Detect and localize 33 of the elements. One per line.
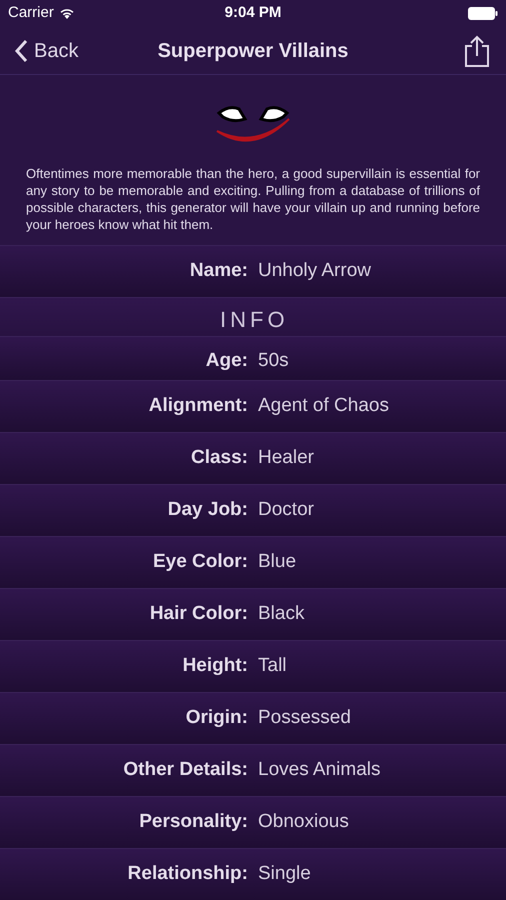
attribute-value: Agent of Chaos bbox=[257, 394, 390, 418]
nav-title: Superpower Villains bbox=[158, 38, 348, 64]
attribute-value: Single bbox=[257, 862, 312, 886]
attribute-value: Obnoxious bbox=[257, 810, 350, 834]
back-button[interactable]: Back bbox=[14, 36, 78, 66]
chevron-left-icon bbox=[14, 38, 28, 62]
attribute-value: Black bbox=[257, 602, 306, 626]
attribute-label: Relationship: bbox=[126, 862, 248, 886]
attribute-value: Unholy Arrow bbox=[257, 259, 372, 284]
attribute-label: Age: bbox=[204, 349, 248, 374]
description-text: Oftentimes more memorable than the hero, a good supervillain is essential for any story to be memorable and exciting. Pulling from a database of trillions of possible characters, this generator will have your villain up and running before your heroes know what hit them. bbox=[25, 165, 481, 234]
attribute-value: Tall bbox=[257, 654, 288, 678]
attribute-value: 50s bbox=[257, 349, 290, 374]
attribute-value: Loves Animals bbox=[257, 758, 382, 782]
attribute-label: Personality: bbox=[138, 810, 248, 834]
wifi-icon bbox=[58, 7, 75, 20]
status-time: 9:04 PM bbox=[224, 3, 282, 24]
attribute-label: Name: bbox=[188, 259, 248, 284]
section-title: INFO bbox=[220, 306, 290, 334]
attribute-value: Doctor bbox=[257, 498, 315, 522]
attribute-value: Blue bbox=[257, 550, 298, 574]
attribute-label: Eye Color: bbox=[152, 550, 248, 574]
attribute-label: Origin: bbox=[184, 706, 248, 730]
attribute-value: Healer bbox=[257, 446, 315, 470]
attribute-label: Class: bbox=[190, 446, 248, 470]
attribute-label: Other Details: bbox=[122, 758, 248, 782]
attribute-label: Day Job: bbox=[166, 498, 248, 522]
attribute-label: Hair Color: bbox=[148, 602, 248, 626]
attribute-label: Height: bbox=[182, 654, 248, 678]
carrier-label: Carrier bbox=[8, 3, 54, 24]
attribute-label: Alignment: bbox=[148, 394, 248, 418]
battery-icon bbox=[468, 6, 498, 20]
attribute-value: Possessed bbox=[257, 706, 352, 730]
